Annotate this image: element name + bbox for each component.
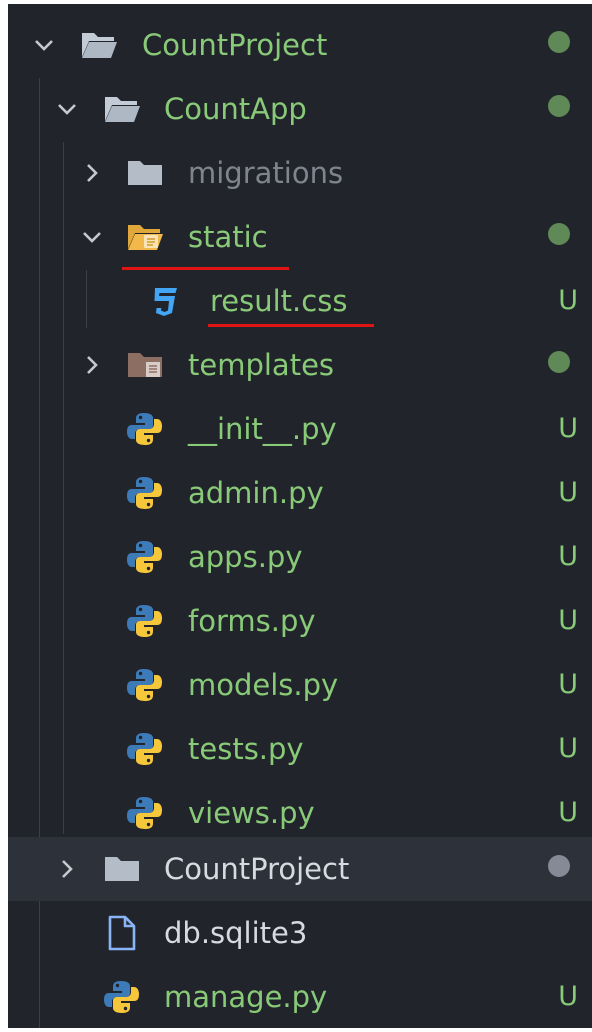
git-untracked-badge: U — [558, 285, 578, 316]
tree-item-label: admin.py — [188, 476, 324, 510]
git-untracked-badge: U — [558, 541, 578, 572]
python-file-icon — [127, 733, 162, 765]
python-file-icon — [104, 981, 139, 1013]
tree-item-views-py[interactable]: views.py U — [8, 781, 592, 845]
folder-static-open-icon — [128, 225, 163, 250]
css-file-icon — [154, 288, 177, 316]
tree-item-countapp[interactable]: CountApp — [8, 77, 592, 141]
git-untracked-badge: U — [558, 605, 578, 636]
chevron-right-icon[interactable] — [51, 853, 83, 885]
tree-item-label: models.py — [188, 668, 339, 702]
tree-item-label: __init__.py — [188, 412, 337, 446]
python-file-icon — [127, 541, 162, 573]
tree-item-migrations[interactable]: migrations — [8, 141, 592, 205]
git-ignored-dot — [548, 855, 570, 877]
tree-item-countproject[interactable]: CountProject — [8, 13, 592, 77]
python-file-icon — [127, 413, 162, 445]
python-file-icon — [127, 797, 162, 829]
git-modified-dot — [548, 95, 570, 117]
tree-item-countproject-inner[interactable]: CountProject — [8, 837, 592, 901]
tree-item-forms-py[interactable]: forms.py U — [8, 589, 592, 653]
tree-item-label: apps.py — [188, 540, 303, 574]
folder-icon — [128, 161, 162, 185]
tree-item-label: forms.py — [188, 604, 316, 638]
tree-item-init-py[interactable]: __init__.py U — [8, 397, 592, 461]
git-untracked-badge: U — [558, 981, 578, 1012]
tree-item-templates[interactable]: templates — [8, 333, 592, 397]
tree-item-label: db.sqlite3 — [164, 916, 308, 950]
tree-item-label: tests.py — [188, 732, 304, 766]
tree-item-label: CountApp — [164, 92, 307, 126]
tree-item-label: views.py — [188, 796, 315, 830]
git-untracked-badge: U — [558, 413, 578, 444]
python-file-icon — [127, 669, 162, 701]
tree-item-admin-py[interactable]: admin.py U — [8, 461, 592, 525]
tree-item-label: CountProject — [142, 28, 328, 62]
tree-item-label: migrations — [188, 156, 344, 190]
file-explorer: CountProject CountApp migrations static … — [8, 4, 592, 1028]
git-untracked-badge: U — [558, 477, 578, 508]
git-modified-dot — [548, 31, 570, 53]
git-untracked-badge: U — [558, 797, 578, 828]
annotation-underline — [208, 324, 374, 327]
tree-item-manage-py[interactable]: manage.py U — [8, 965, 592, 1028]
tree-item-label: CountProject — [164, 852, 350, 886]
chevron-down-icon[interactable] — [28, 29, 60, 61]
tree-item-apps-py[interactable]: apps.py U — [8, 525, 592, 589]
tree-item-tests-py[interactable]: tests.py U — [8, 717, 592, 781]
tree-item-label: manage.py — [164, 980, 328, 1014]
chevron-right-icon[interactable] — [76, 349, 108, 381]
tree-item-static[interactable]: static — [8, 205, 592, 269]
folder-templates-icon — [128, 353, 162, 377]
git-untracked-badge: U — [558, 669, 578, 700]
python-file-icon — [127, 477, 162, 509]
chevron-down-icon[interactable] — [76, 221, 108, 253]
file-icon — [108, 915, 136, 951]
chevron-down-icon[interactable] — [51, 93, 83, 125]
python-file-icon — [127, 605, 162, 637]
tree-item-db-sqlite3[interactable]: db.sqlite3 — [8, 901, 592, 965]
folder-open-icon — [105, 97, 140, 122]
chevron-right-icon[interactable] — [76, 157, 108, 189]
tree-item-label: templates — [188, 348, 335, 382]
tree-item-label: static — [188, 220, 268, 254]
folder-icon — [105, 857, 139, 881]
git-modified-dot — [548, 223, 570, 245]
tree-item-models-py[interactable]: models.py U — [8, 653, 592, 717]
git-untracked-badge: U — [558, 733, 578, 764]
git-modified-dot — [548, 351, 570, 373]
folder-open-icon — [82, 33, 117, 58]
